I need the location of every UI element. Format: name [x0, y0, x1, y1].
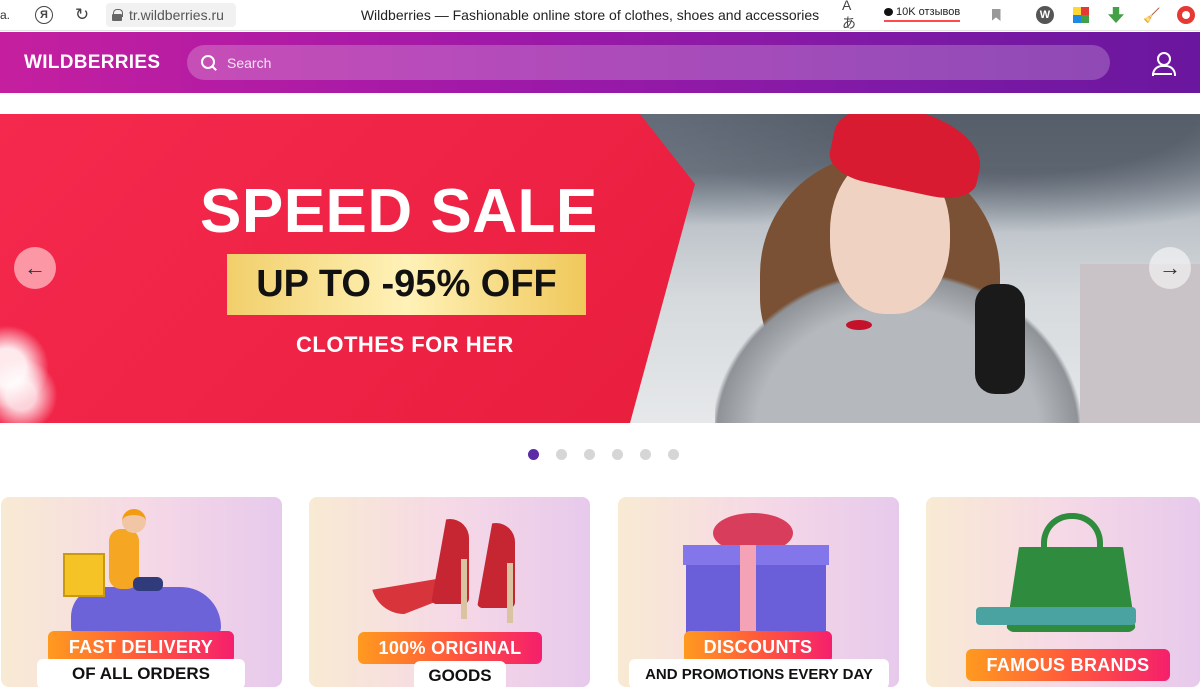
gift-lid-illustration	[683, 545, 829, 565]
profile-icon-base	[1152, 73, 1172, 75]
download-arrow-shape	[1108, 7, 1124, 23]
carousel-dot[interactable]	[612, 449, 623, 460]
search-input[interactable]	[227, 54, 1077, 71]
heel-stick	[507, 563, 513, 623]
banner-promo-text: UP TO -95% OFF	[256, 263, 557, 305]
banner-headline: SPEED SALE	[200, 177, 598, 246]
carousel-dot[interactable]	[528, 449, 539, 460]
banner-subline: CLOTHES FOR HER	[296, 332, 514, 357]
belt-illustration	[976, 607, 1136, 625]
arrow-left-icon: ←	[24, 255, 46, 280]
address-bar[interactable]: tr.wildberries.ru	[106, 3, 236, 27]
gift-box-illustration	[686, 557, 826, 635]
page-title: Wildberries — Fashionable online store o…	[360, 7, 820, 23]
url-text: tr.wildberries.ru	[129, 7, 224, 23]
extension-red-icon[interactable]	[1176, 5, 1196, 25]
chat-bubble-icon	[884, 7, 893, 16]
card-subtitle: AND PROMOTIONS EVERY DAY	[629, 659, 889, 687]
heel-shoe-illustration	[417, 523, 522, 623]
site-header: WILDBERRIES	[0, 32, 1200, 93]
reload-icon[interactable]: ↻	[72, 5, 92, 25]
search-icon	[201, 54, 217, 71]
extension-w-icon[interactable]: W	[1035, 5, 1055, 25]
feature-card-brands[interactable]: FAMOUS BRANDS	[926, 497, 1200, 687]
banner-promo-box: UP TO -95% OFF	[227, 254, 586, 315]
feature-card-original[interactable]: 100% ORIGINAL GOODS	[309, 497, 590, 687]
gift-ribbon-illustration	[740, 545, 756, 635]
yandex-icon[interactable]: Я	[34, 5, 54, 25]
carousel-dots	[528, 449, 679, 460]
lock-icon	[112, 9, 123, 21]
carousel-dot[interactable]	[668, 449, 679, 460]
extension-grid-shape	[1073, 7, 1089, 23]
card-title: FAMOUS BRANDS	[966, 649, 1170, 681]
extension-w-glyph: W	[1036, 6, 1054, 24]
bookmark-icon[interactable]	[986, 5, 1006, 25]
banner-house	[1080, 264, 1200, 423]
search-bar[interactable]	[187, 45, 1110, 80]
hero-banner[interactable]	[0, 114, 1200, 423]
card-title: 100% ORIGINAL	[358, 632, 542, 664]
carousel-dot[interactable]	[584, 449, 595, 460]
courier-leg	[133, 577, 163, 591]
bookmark-shape	[991, 9, 1001, 21]
extension-grid-icon[interactable]	[1071, 5, 1091, 25]
extension-red-shape	[1177, 6, 1195, 24]
reviews-badge[interactable]: 10K отзывов	[884, 4, 961, 22]
carousel-prev-button[interactable]: ←	[14, 247, 56, 289]
banner-snow	[0, 284, 70, 423]
arrow-right-icon: →	[1159, 255, 1181, 280]
feature-card-delivery[interactable]: FAST DELIVERY OF ALL ORDERS	[1, 497, 282, 687]
back-button[interactable]: а.	[0, 5, 10, 25]
reviews-label: 10K отзывов	[896, 5, 961, 18]
feature-card-discounts[interactable]: DISCOUNTS AND PROMOTIONS EVERY DAY	[618, 497, 899, 687]
broom-icon[interactable]: 🧹	[1142, 5, 1162, 25]
translate-icon[interactable]: Aあ	[842, 0, 862, 31]
courier-head	[122, 509, 146, 533]
model-glove	[975, 284, 1025, 394]
carousel-next-button[interactable]: →	[1149, 247, 1191, 289]
download-arrow-icon[interactable]	[1106, 5, 1126, 25]
model-lips	[846, 320, 872, 330]
browser-toolbar: а. Я ↻ tr.wildberries.ru Wildberries — F…	[0, 0, 1200, 31]
card-subtitle: OF ALL ORDERS	[37, 659, 245, 687]
carousel-dot[interactable]	[556, 449, 567, 460]
logo[interactable]: WILDBERRIES	[24, 52, 160, 74]
card-subtitle: GOODS	[414, 661, 506, 687]
yandex-icon-glyph: Я	[35, 6, 53, 24]
delivery-box-illustration	[63, 553, 105, 597]
carousel-dot[interactable]	[640, 449, 651, 460]
